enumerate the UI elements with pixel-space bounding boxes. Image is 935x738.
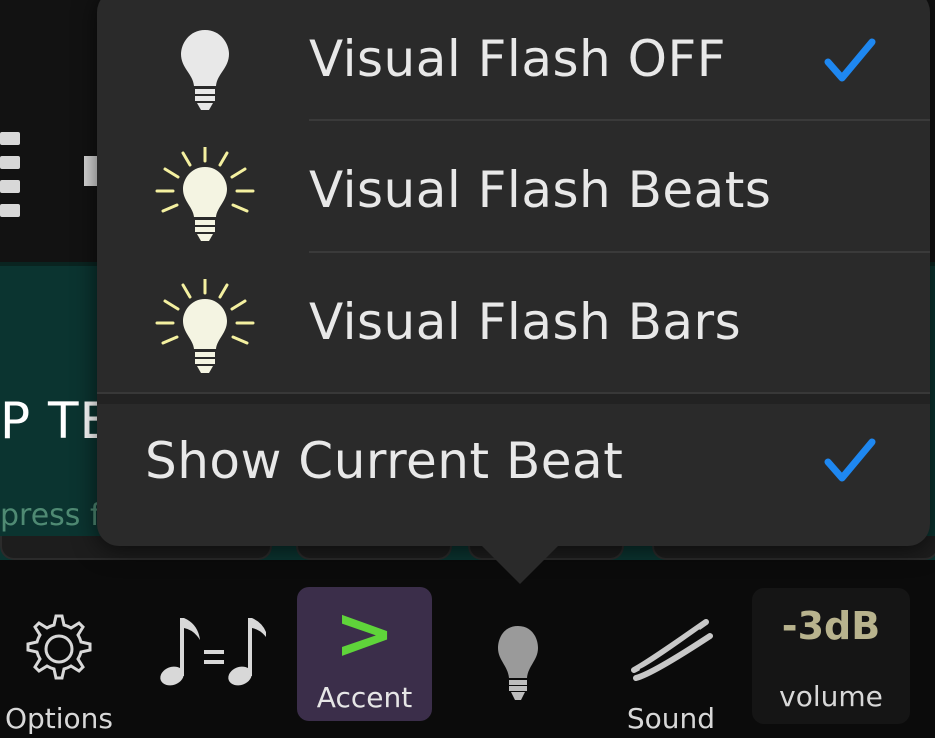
note-ratio-button[interactable] (150, 600, 270, 700)
partial-control (84, 156, 98, 186)
menu-item-visual-flash-off[interactable]: Visual Flash OFF (97, 0, 930, 130)
menu-icon[interactable] (0, 132, 20, 218)
panel-subtitle: press f (0, 498, 101, 533)
accent-symbol: > (334, 591, 395, 675)
accent-button[interactable]: > Accent (297, 587, 432, 721)
popover-arrow (482, 546, 558, 584)
sound-button[interactable]: Sound (616, 608, 726, 738)
checkmark-icon (824, 38, 876, 82)
volume-label: volume (779, 680, 883, 713)
lightbulb-glow-icon (155, 277, 255, 373)
gear-icon (26, 614, 92, 680)
menu-item-visual-flash-beats[interactable]: Visual Flash Beats (97, 131, 930, 261)
drumsticks-icon (631, 619, 713, 681)
visual-flash-button[interactable] (488, 620, 548, 710)
menu-item-visual-flash-bars[interactable]: Visual Flash Bars (97, 263, 930, 393)
visual-flash-popover: Visual Flash OFF Visual Flash Beats Visu… (97, 0, 930, 546)
panel-title: P TE (0, 392, 113, 450)
menu-divider (309, 119, 930, 121)
app-screen: P TE press f Options > Accent Sound -3dB… (0, 0, 935, 738)
menu-divider (309, 251, 930, 253)
options-button[interactable]: Options (0, 606, 118, 738)
options-label: Options (4, 702, 114, 735)
menu-item-label: Visual Flash Bars (309, 293, 742, 351)
lightbulb-off-icon (181, 30, 229, 110)
sound-label: Sound (626, 702, 716, 735)
accent-label: Accent (316, 681, 413, 714)
checkmark-icon (824, 438, 876, 482)
lightbulb-icon (498, 626, 538, 700)
menu-section-divider (97, 392, 930, 404)
volume-value: -3dB (781, 604, 881, 648)
bottom-toolbar: Options > Accent Sound -3dB volume (0, 560, 935, 738)
menu-item-label: Show Current Beat (145, 432, 624, 490)
eighth-note-equals-icon (160, 618, 266, 686)
menu-item-label: Visual Flash Beats (309, 161, 772, 219)
lightbulb-glow-icon (155, 145, 255, 241)
volume-control[interactable]: -3dB volume (752, 588, 910, 724)
menu-item-show-current-beat[interactable]: Show Current Beat (97, 406, 930, 526)
menu-item-label: Visual Flash OFF (309, 30, 726, 88)
